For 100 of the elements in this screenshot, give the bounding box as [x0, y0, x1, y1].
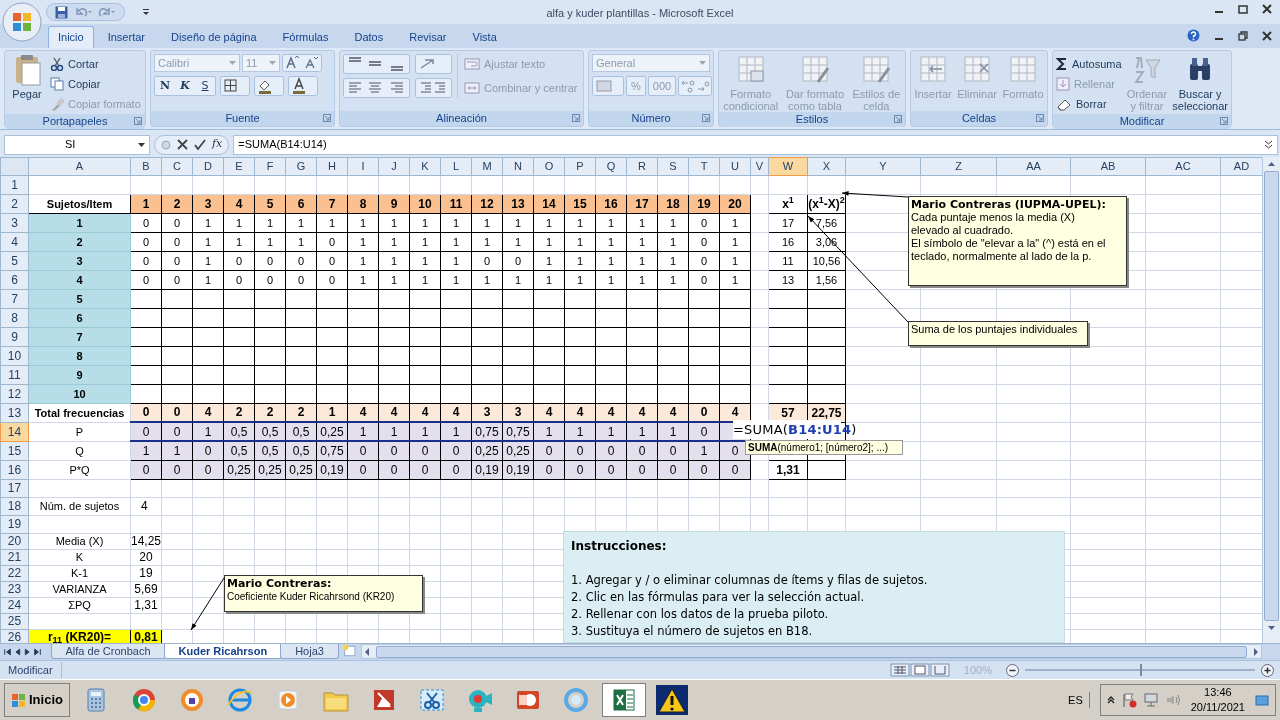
redo-icon[interactable] [98, 5, 116, 19]
clock-date[interactable]: 20/11/2021 [1190, 700, 1245, 715]
show-desktop-icon[interactable] [1255, 693, 1269, 707]
vertical-align-icons[interactable] [343, 54, 453, 74]
language-indicator[interactable]: ES [1068, 691, 1090, 709]
zoom-out-icon[interactable] [1006, 663, 1019, 677]
column-header[interactable]: N [502, 157, 534, 175]
column-header[interactable]: C [161, 157, 193, 175]
font-color-icon[interactable] [288, 76, 318, 96]
row-label: K-1 [28, 565, 131, 581]
sheet-tab[interactable]: Kuder Ricahrson [163, 644, 283, 659]
view-buttons-icon[interactable] [889, 663, 950, 677]
format-button[interactable]: K [175, 77, 195, 95]
sheet-tab[interactable]: Alfa de Cronbach [50, 644, 166, 659]
sheet-tab[interactable]: Hoja3 [280, 644, 339, 659]
grow-font-icon[interactable] [282, 54, 322, 72]
column-header[interactable]: Q [595, 157, 627, 175]
fill-color-icon[interactable] [254, 76, 284, 96]
cancel-icon[interactable] [177, 139, 188, 150]
ribbon-button[interactable]: Cortar [50, 54, 141, 74]
ribbon-tab[interactable]: Insertar [95, 26, 157, 48]
warning-icon[interactable] [655, 685, 688, 715]
table-cell: 1 [502, 232, 534, 251]
dialog-launcher-icon[interactable] [323, 114, 331, 122]
horizontal-align-icons[interactable] [343, 78, 453, 98]
column-header[interactable]: A [28, 157, 131, 175]
column-header[interactable]: R [626, 157, 658, 175]
clock-time[interactable]: 13:46 [1204, 685, 1232, 700]
column-header[interactable]: E [223, 157, 255, 175]
scrollbar-thumb[interactable] [1264, 171, 1279, 621]
vertical-scrollbar[interactable] [1262, 157, 1280, 643]
column-header[interactable]: K [409, 157, 441, 175]
customize-caret-icon[interactable] [142, 8, 150, 16]
table-cell: 1 [378, 270, 410, 289]
column-header[interactable]: D [192, 157, 224, 175]
column-header[interactable]: AD [1220, 157, 1262, 175]
column-header[interactable]: I [347, 157, 379, 175]
ribbon-tab[interactable]: Vista [460, 26, 509, 48]
column-header[interactable]: O [533, 157, 565, 175]
column-header[interactable]: Y [845, 157, 921, 175]
network-icon[interactable] [1142, 692, 1159, 708]
column-header[interactable]: U [719, 157, 751, 175]
zoom-in-icon[interactable] [1261, 663, 1274, 677]
borders-icon[interactable] [220, 76, 250, 96]
column-header[interactable]: B [130, 157, 162, 175]
column-header[interactable]: M [471, 157, 503, 175]
format-button[interactable]: S [195, 77, 215, 95]
column-header[interactable]: L [440, 157, 472, 175]
ribbon-tab[interactable]: Revisar [397, 26, 459, 48]
start-button[interactable]: Inicio [4, 683, 70, 717]
caret-icon [269, 61, 276, 65]
dialog-launcher-icon[interactable] [894, 115, 902, 123]
restore-icon[interactable] [1238, 30, 1248, 41]
column-header[interactable]: X [807, 157, 846, 175]
ribbon-tab[interactable]: Fórmulas [270, 26, 341, 48]
column-header[interactable]: AA [996, 157, 1071, 175]
scrollbar-thumb[interactable] [376, 645, 1247, 658]
ribbon-button[interactable]: Pegar [8, 54, 46, 100]
column-header[interactable]: F [254, 157, 286, 175]
dialog-launcher-icon[interactable] [1036, 114, 1044, 122]
ribbon-button[interactable]: Borrar [1056, 94, 1122, 114]
close-icon[interactable] [1262, 4, 1272, 14]
help-icon[interactable] [1187, 29, 1200, 42]
ribbon-button[interactable]: Buscar y seleccionar [1172, 54, 1228, 112]
ribbon-tab[interactable]: Inicio [48, 26, 94, 48]
table-cell: 19 [130, 565, 162, 581]
column-header[interactable]: P [564, 157, 596, 175]
column-header[interactable]: AC [1145, 157, 1221, 175]
ribbon-button[interactable]: Copiar [50, 74, 141, 94]
ribbon-tab[interactable]: Diseño de página [159, 26, 269, 48]
chevron-up-icon[interactable] [1106, 696, 1115, 704]
format-button[interactable]: N [155, 77, 175, 95]
dialog-launcher-icon[interactable] [572, 114, 580, 122]
column-header[interactable]: AB [1070, 157, 1146, 175]
formula-field[interactable]: =SUMA(B14:U14) [233, 134, 1278, 155]
column-header[interactable]: S [657, 157, 689, 175]
close-icon[interactable] [1262, 30, 1272, 41]
dialog-launcher-icon[interactable] [702, 114, 710, 122]
column-header[interactable]: Z [920, 157, 997, 175]
save-icon[interactable] [55, 5, 68, 19]
column-header[interactable]: H [316, 157, 348, 175]
column-header[interactable]: J [378, 157, 410, 175]
column-header[interactable]: G [285, 157, 317, 175]
row-label: Media (X) [28, 533, 131, 549]
expand-icon[interactable] [1264, 140, 1273, 149]
column-header[interactable]: T [688, 157, 720, 175]
horizontal-scrollbar[interactable] [361, 644, 1262, 659]
circle-handle-icon[interactable] [161, 139, 171, 150]
dialog-launcher-icon[interactable] [134, 117, 142, 125]
insert-function-button[interactable]: fx [212, 136, 223, 153]
maximize-icon[interactable] [1238, 4, 1248, 14]
name-box[interactable]: SI [4, 134, 150, 155]
undo-icon[interactable] [74, 5, 92, 19]
ribbon-button[interactable]: Autosuma [1056, 54, 1122, 74]
scroll-right-icon[interactable] [1251, 645, 1261, 658]
ribbon-tab[interactable]: Datos [342, 26, 396, 48]
column-header[interactable]: W [768, 157, 808, 175]
dialog-launcher-icon[interactable] [1220, 117, 1228, 125]
enter-icon[interactable] [194, 139, 206, 150]
flag-icon[interactable] [1120, 692, 1137, 708]
